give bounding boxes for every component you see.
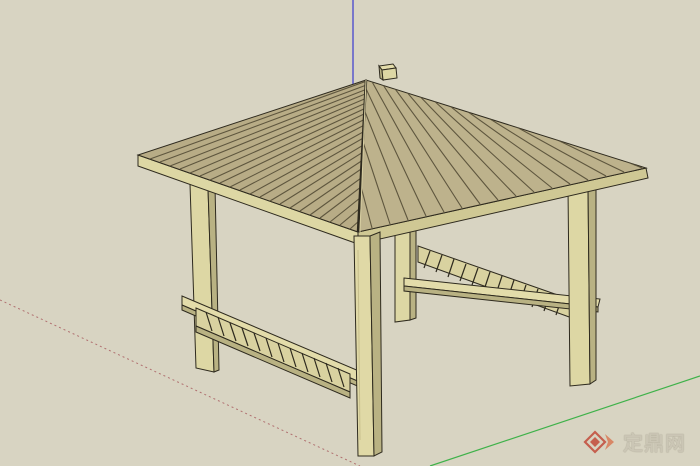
post-back-right[interactable] [567,183,597,387]
watermark: 定鼎网 [583,427,686,456]
roof-finial[interactable] [378,63,398,82]
watermark-text: 定鼎网 [623,431,686,455]
red-axis-dotted-line [0,299,361,466]
viewport-3d[interactable]: 定鼎网 [0,0,700,466]
gazebo-model-canvas[interactable] [0,0,700,466]
post-back-left[interactable] [394,224,417,323]
post-front-left[interactable] [189,183,220,373]
post-front-center[interactable] [353,231,383,457]
diamond-logo-icon [583,429,614,454]
